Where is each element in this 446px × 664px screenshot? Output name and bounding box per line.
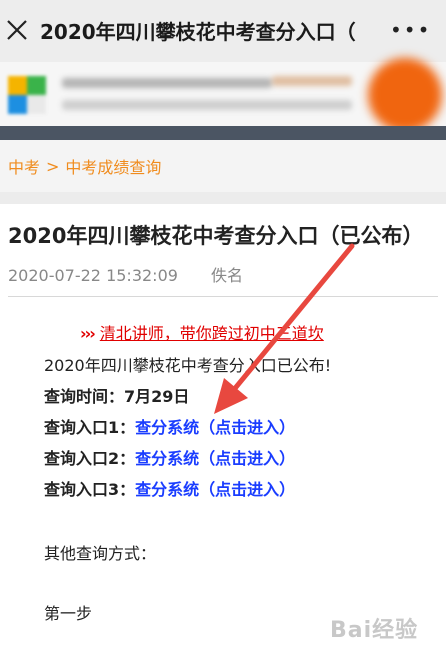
app-logo-icon [8, 76, 46, 114]
query-entry-3: 查询入口3：查分系统（点击进入） [44, 476, 295, 500]
article-title: 2020年四川攀枝花中考查分入口（已公布） [8, 224, 424, 248]
divider [8, 296, 438, 297]
article-datetime: 2020-07-22 15:32:09 [8, 266, 178, 285]
baidu-jingyan-watermark: Bai经验 [330, 618, 419, 643]
query-entry-label: 查询入口1： [44, 418, 136, 437]
divider-bar [0, 126, 446, 140]
blurred-text [62, 100, 352, 110]
query-entry-label: 查询入口2： [44, 449, 136, 468]
article-author: 佚名 [211, 266, 244, 285]
section-gap [0, 192, 446, 204]
query-entry-label: 查询入口3： [44, 480, 136, 499]
ad-avatar-icon [368, 58, 442, 132]
breadcrumb-item-zhongkao[interactable]: 中考 [8, 154, 40, 178]
breadcrumb: 中考 > 中考成绩查询 [0, 140, 446, 192]
query-entry-2: 查询入口2：查分系统（点击进入） [44, 445, 295, 469]
blurred-text [272, 76, 352, 86]
other-methods-text: 其他查询方式： [44, 544, 157, 563]
more-menu-icon[interactable]: ••• [390, 18, 431, 42]
promo-link[interactable]: ››› 清北讲师，带你跨过初中三道坎 [80, 320, 324, 344]
triple-chevron-icon: ››› [80, 324, 96, 343]
query-time: 查询时间：7月29日 [44, 383, 189, 407]
blurred-text [62, 78, 272, 88]
cropped-text-line [44, 654, 424, 664]
intro-text: 2020年四川攀枝花中考查分入口已公布! [44, 356, 332, 375]
query-entry-1: 查询入口1：查分系统（点击进入） [44, 414, 295, 438]
promo-link-text: 清北讲师，带你跨过初中三道坎 [99, 324, 324, 343]
query-entry-link[interactable]: 查分系统（点击进入） [135, 418, 295, 437]
breadcrumb-item-score-query[interactable]: 中考成绩查询 [65, 154, 161, 178]
step-one-text: 第一步 [44, 604, 93, 623]
query-entry-link[interactable]: 查分系统（点击进入） [135, 449, 295, 468]
title-bar: 2020年四川攀枝花中考查分入口（ ••• [0, 0, 446, 62]
query-time-value: 7月29日 [124, 387, 190, 406]
close-icon[interactable] [4, 17, 30, 43]
breadcrumb-separator: > [46, 156, 60, 176]
page-title: 2020年四川攀枝花中考查分入口（ [40, 20, 356, 44]
query-entry-link[interactable]: 查分系统（点击进入） [135, 480, 295, 499]
query-time-label: 查询时间： [44, 387, 125, 406]
article-meta: 2020-07-22 15:32:09 佚名 [8, 262, 243, 286]
